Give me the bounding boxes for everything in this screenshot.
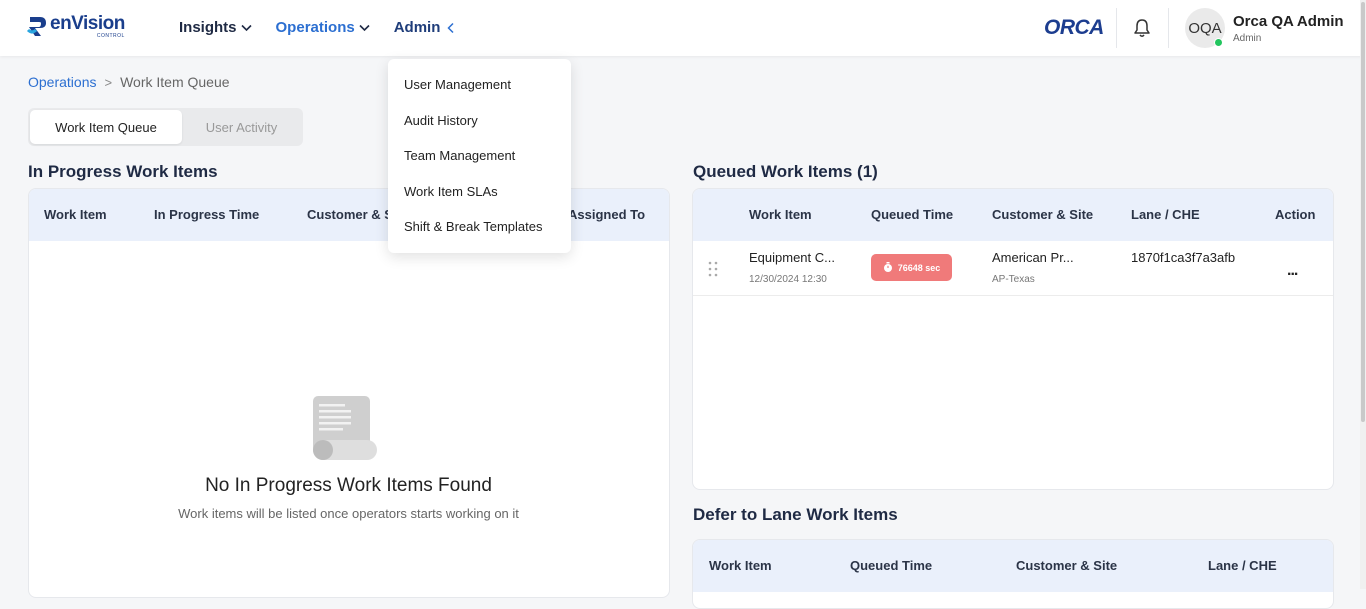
column-header-in-progress-time[interactable]: In Progress Time [154,207,259,222]
chevron-left-icon [447,22,454,33]
defer-panel: Work Item Queued Time Customer & Site La… [692,539,1334,609]
menu-item-work-item-slas[interactable]: Work Item SLAs [404,184,498,199]
queued-time-badge: 76648 sec [871,254,952,281]
column-header-queued-time[interactable]: Queued Time [850,558,932,573]
tab-user-activity[interactable]: User Activity [182,110,301,144]
in-progress-panel: Work Item In Progress Time Customer & Si… [28,188,670,598]
drag-handle-icon[interactable] [707,261,719,277]
bell-icon[interactable] [1131,17,1153,39]
menu-item-audit-history[interactable]: Audit History [404,113,478,128]
queued-table-header: Work Item Queued Time Customer & Site La… [693,189,1333,241]
chevron-down-icon [359,24,370,31]
tab-work-item-queue[interactable]: Work Item Queue [30,110,182,144]
row-timestamp: 12/30/2024 12:30 [749,274,827,285]
in-progress-table-header: Work Item In Progress Time Customer & Si… [29,189,669,241]
in-progress-title: In Progress Work Items [28,162,218,181]
user-name[interactable]: Orca QA Admin [1233,13,1344,30]
empty-state-subtitle: Work items will be listed once operators… [178,506,519,521]
column-header-work-item[interactable]: Work Item [709,558,772,573]
avatar-initials: OQA [1188,19,1222,37]
column-header-work-item[interactable]: Work Item [749,207,812,222]
logo-subtext: CONTROL [96,33,125,39]
column-header-action: Action [1275,207,1316,222]
divider [1116,8,1117,48]
divider [1168,8,1169,48]
column-header-customer-site[interactable]: Customer & Site [1016,558,1117,573]
envision-logo-icon [26,17,46,36]
breadcrumb: Operations > Work Item Queue [28,74,230,90]
empty-document-icon [313,396,377,460]
nav-operations[interactable]: Operations [276,19,370,36]
chevron-down-icon [240,24,252,31]
queued-title: Queued Work Items (1) [693,162,878,181]
menu-item-user-management[interactable]: User Management [404,77,511,92]
admin-dropdown-menu: User Management Audit History Team Manag… [388,59,571,253]
main-nav: Insights Operations Admin [179,19,480,36]
menu-item-team-management[interactable]: Team Management [404,148,515,163]
queued-time-value: 76648 sec [897,262,941,273]
nav-admin-label: Admin [393,19,441,36]
breadcrumb-operations[interactable]: Operations [28,74,96,90]
column-header-lane-che[interactable]: Lane / CHE [1131,207,1200,222]
nav-insights[interactable]: Insights [179,19,252,36]
row-customer: American Pr... [992,250,1074,265]
row-site: AP-Texas [992,274,1035,285]
queued-panel: Work Item Queued Time Customer & Site La… [692,188,1334,490]
row-work-item[interactable]: Equipment C... [749,250,835,265]
column-header-assigned-to[interactable]: Assigned To [568,207,645,222]
nav-insights-label: Insights [179,19,237,36]
scrollbar-thumb[interactable] [1361,2,1365,422]
nav-admin[interactable]: Admin [394,19,457,36]
breadcrumb-separator: > [104,74,113,90]
column-header-queued-time[interactable]: Queued Time [871,207,953,222]
timer-icon [883,262,892,272]
top-bar: enVision CONTROL Insights Operations Adm… [0,0,1366,56]
defer-title: Defer to Lane Work Items [693,505,898,524]
orca-logo: ORCA [1044,16,1104,39]
more-actions-icon[interactable]: ... [1287,262,1298,280]
row-divider [693,295,1333,296]
user-role: Admin [1233,33,1262,44]
menu-item-shift-break-templates[interactable]: Shift & Break Templates [404,219,543,234]
avatar[interactable]: OQA [1185,8,1225,48]
nav-operations-label: Operations [275,19,355,36]
view-tabs: Work Item Queue User Activity [28,108,303,146]
defer-table-header: Work Item Queued Time Customer & Site La… [693,540,1333,592]
online-status-dot [1214,38,1223,47]
envision-logo[interactable]: enVision CONTROL [26,14,125,39]
column-header-customer-site[interactable]: Customer & Site [992,207,1093,222]
column-header-lane-che[interactable]: Lane / CHE [1208,558,1277,573]
column-header-work-item[interactable]: Work Item [44,207,107,222]
logo-text: enVision [50,13,125,34]
empty-state-title: No In Progress Work Items Found [205,475,492,496]
page-scrollbar[interactable] [1360,0,1366,589]
breadcrumb-current: Work Item Queue [120,74,230,90]
row-lane-che: 1870f1ca3f7a3afb [1131,250,1236,265]
